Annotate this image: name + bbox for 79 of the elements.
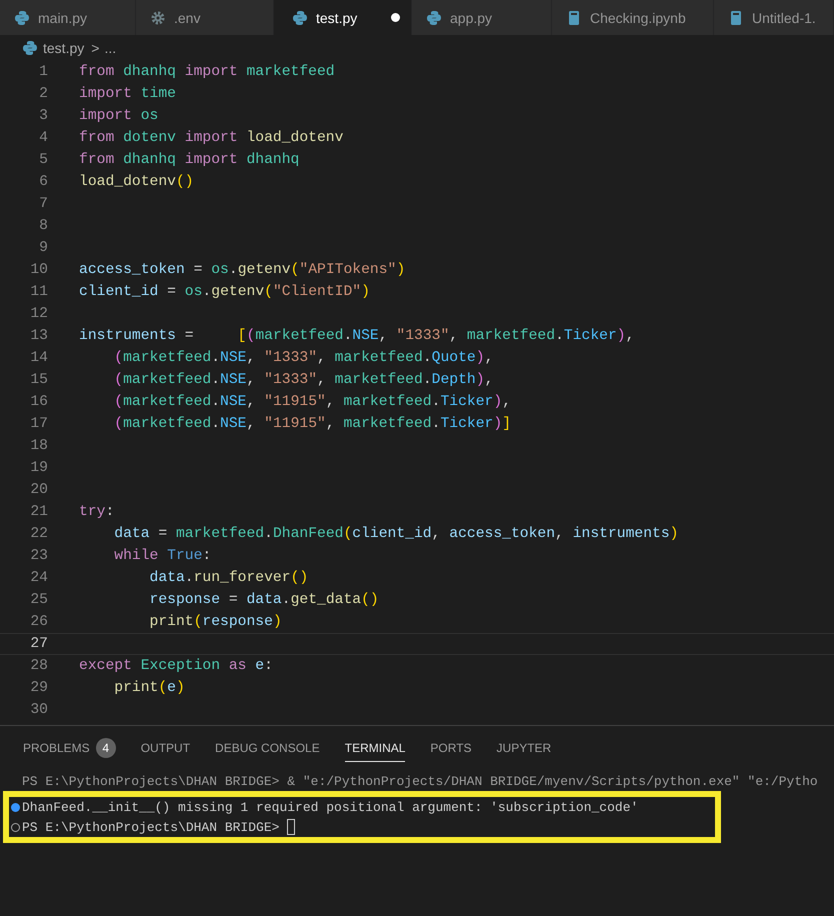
notebook-icon <box>728 10 744 26</box>
panel-tab[interactable]: OUTPUT <box>140 735 190 761</box>
terminal-line: DhanFeed.__init__() missing 1 required positional argument: 'subscription_code' <box>22 800 638 814</box>
line-number: 5 <box>38 152 48 168</box>
editor-tab[interactable]: test.py <box>274 0 412 35</box>
code-line: (marketfeed.NSE, "1333", marketfeed.Depth), <box>113 372 494 388</box>
python-icon <box>22 40 38 56</box>
breadcrumb-file[interactable]: test.py <box>43 40 84 56</box>
line-number: 1 <box>38 64 48 80</box>
panel-tab[interactable]: PROBLEMS 4 <box>23 735 116 761</box>
breadcrumb-separator: > <box>91 40 100 56</box>
editor-tab[interactable]: .env <box>136 0 274 35</box>
code-line: (marketfeed.NSE, "1333", marketfeed.Quote), <box>113 350 494 366</box>
line-number: 6 <box>38 174 48 190</box>
line-number: 25 <box>29 592 48 608</box>
settings-icon <box>150 10 166 26</box>
command-status-icon[interactable] <box>11 802 20 812</box>
code-line: from dotenv import load_dotenv <box>79 130 344 146</box>
line-number: 13 <box>29 328 48 344</box>
line-number: 28 <box>29 658 48 674</box>
line-number: 4 <box>38 130 48 146</box>
terminal-line: PS E:\PythonProjects\DHAN BRIDGE> & "e:/PythonProjects/DHAN BRIDGE/myenv/Scripts/python.exe" "e:/Pytho <box>22 774 818 788</box>
line-number: 30 <box>29 702 48 718</box>
line-number: 8 <box>38 218 48 234</box>
breadcrumb-more[interactable]: ... <box>104 40 116 56</box>
line-number: 23 <box>29 548 48 564</box>
panel-tab[interactable]: TERMINAL <box>344 735 406 762</box>
code-line: data.run_forever() <box>148 570 308 586</box>
code-line: load_dotenv() <box>79 174 194 190</box>
editor-tab[interactable]: app.py <box>412 0 552 35</box>
line-number: 15 <box>29 372 48 388</box>
code-line: import time <box>79 86 176 102</box>
command-status-icon[interactable] <box>11 822 20 832</box>
code-line: print(response) <box>148 614 282 630</box>
line-number: 9 <box>38 240 48 256</box>
line-number: 10 <box>29 262 48 278</box>
code-line: access_token = os.getenv("APITokens") <box>79 262 406 278</box>
code-line: except Exception as e: <box>79 658 273 674</box>
line-number: 21 <box>29 504 48 520</box>
line-number: 12 <box>29 306 48 322</box>
code-line: (marketfeed.NSE, "11915", marketfeed.Ticker)] <box>113 416 512 432</box>
code-line: from dhanhq import dhanhq <box>79 152 300 168</box>
python-icon <box>14 10 30 26</box>
panel-tab[interactable]: JUPYTER <box>496 735 552 761</box>
python-icon <box>426 10 442 26</box>
code-line: client_id = os.getenv("ClientID") <box>79 284 370 300</box>
python-icon <box>292 10 308 26</box>
line-number: 16 <box>29 394 48 410</box>
panel-tab[interactable]: DEBUG CONSOLE <box>215 735 320 761</box>
editor-tab[interactable]: main.py <box>0 0 136 35</box>
line-number: 18 <box>29 438 48 454</box>
count-badge: 4 <box>96 738 116 758</box>
code-line: from dhanhq import marketfeed <box>79 64 335 80</box>
line-number: 24 <box>29 570 48 586</box>
terminal-line: PS E:\PythonProjects\DHAN BRIDGE> <box>22 820 280 834</box>
line-number: 22 <box>29 526 48 542</box>
line-number: 17 <box>29 416 48 432</box>
notebook-icon <box>566 10 582 26</box>
code-line: instruments = [(marketfeed.NSE, "1333", marketfeed.Ticker), <box>79 328 634 344</box>
line-number: 20 <box>29 482 48 498</box>
line-number: 3 <box>38 108 48 124</box>
editor-tab[interactable]: Checking.ipynb <box>552 0 714 35</box>
line-number: 26 <box>29 614 48 630</box>
code-line: (marketfeed.NSE, "11915", marketfeed.Ticker), <box>113 394 512 410</box>
line-number: 11 <box>29 284 48 300</box>
code-line: data = marketfeed.DhanFeed(client_id, access_token, instruments) <box>113 526 678 542</box>
code-line: try: <box>79 504 114 520</box>
code-line: response = data.get_data() <box>148 592 379 608</box>
line-number: 19 <box>29 460 48 476</box>
line-number: 7 <box>38 196 48 212</box>
line-number: 14 <box>29 350 48 366</box>
line-number: 27 <box>29 636 48 652</box>
code-line: print(e) <box>113 680 185 696</box>
panel-tab[interactable]: PORTS <box>430 735 472 761</box>
line-number: 2 <box>38 86 48 102</box>
code-line: while True: <box>113 548 212 564</box>
code-line: import os <box>79 108 158 124</box>
line-number: 29 <box>29 680 48 696</box>
editor-tab[interactable]: Untitled-1. <box>714 0 834 35</box>
